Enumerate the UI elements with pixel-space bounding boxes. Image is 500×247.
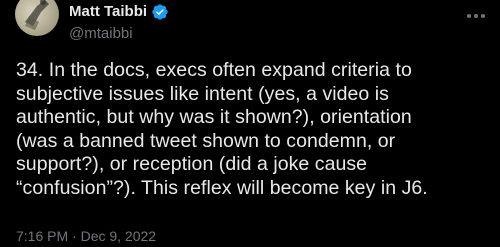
- tweet-text-line: authentic, but why was it shown?), orien…: [16, 106, 412, 128]
- tweet-text-line: 34. In the docs, execs often expand crit…: [16, 59, 412, 81]
- tweet-timestamp[interactable]: 7:16 PM · Dec 9, 2022: [16, 228, 156, 244]
- tweet-text-line: support?), or reception (did a joke caus…: [16, 153, 368, 175]
- avatar[interactable]: [15, 0, 59, 36]
- author-display-name[interactable]: Matt Taibbi: [69, 3, 147, 21]
- tweet-text-line: subjective issues like intent (yes, a vi…: [16, 82, 389, 105]
- tweet-text-line: “confusion”?). This reflex will become k…: [16, 176, 428, 199]
- verified-badge-icon: [151, 3, 169, 21]
- author-name-row: Matt Taibbi: [69, 3, 169, 21]
- tweet-text-line: (was a banned tweet shown to condemn, or: [16, 129, 396, 152]
- avatar-image: [25, 0, 49, 30]
- tweet-card: Matt Taibbi @mtaibbi 34. In the docs, ex…: [0, 0, 500, 247]
- more-options-icon[interactable]: [466, 8, 486, 18]
- tweet-text: 34. In the docs, execs often expand crit…: [16, 59, 486, 200]
- author-block: Matt Taibbi @mtaibbi: [69, 3, 169, 43]
- author-handle[interactable]: @mtaibbi: [69, 25, 169, 43]
